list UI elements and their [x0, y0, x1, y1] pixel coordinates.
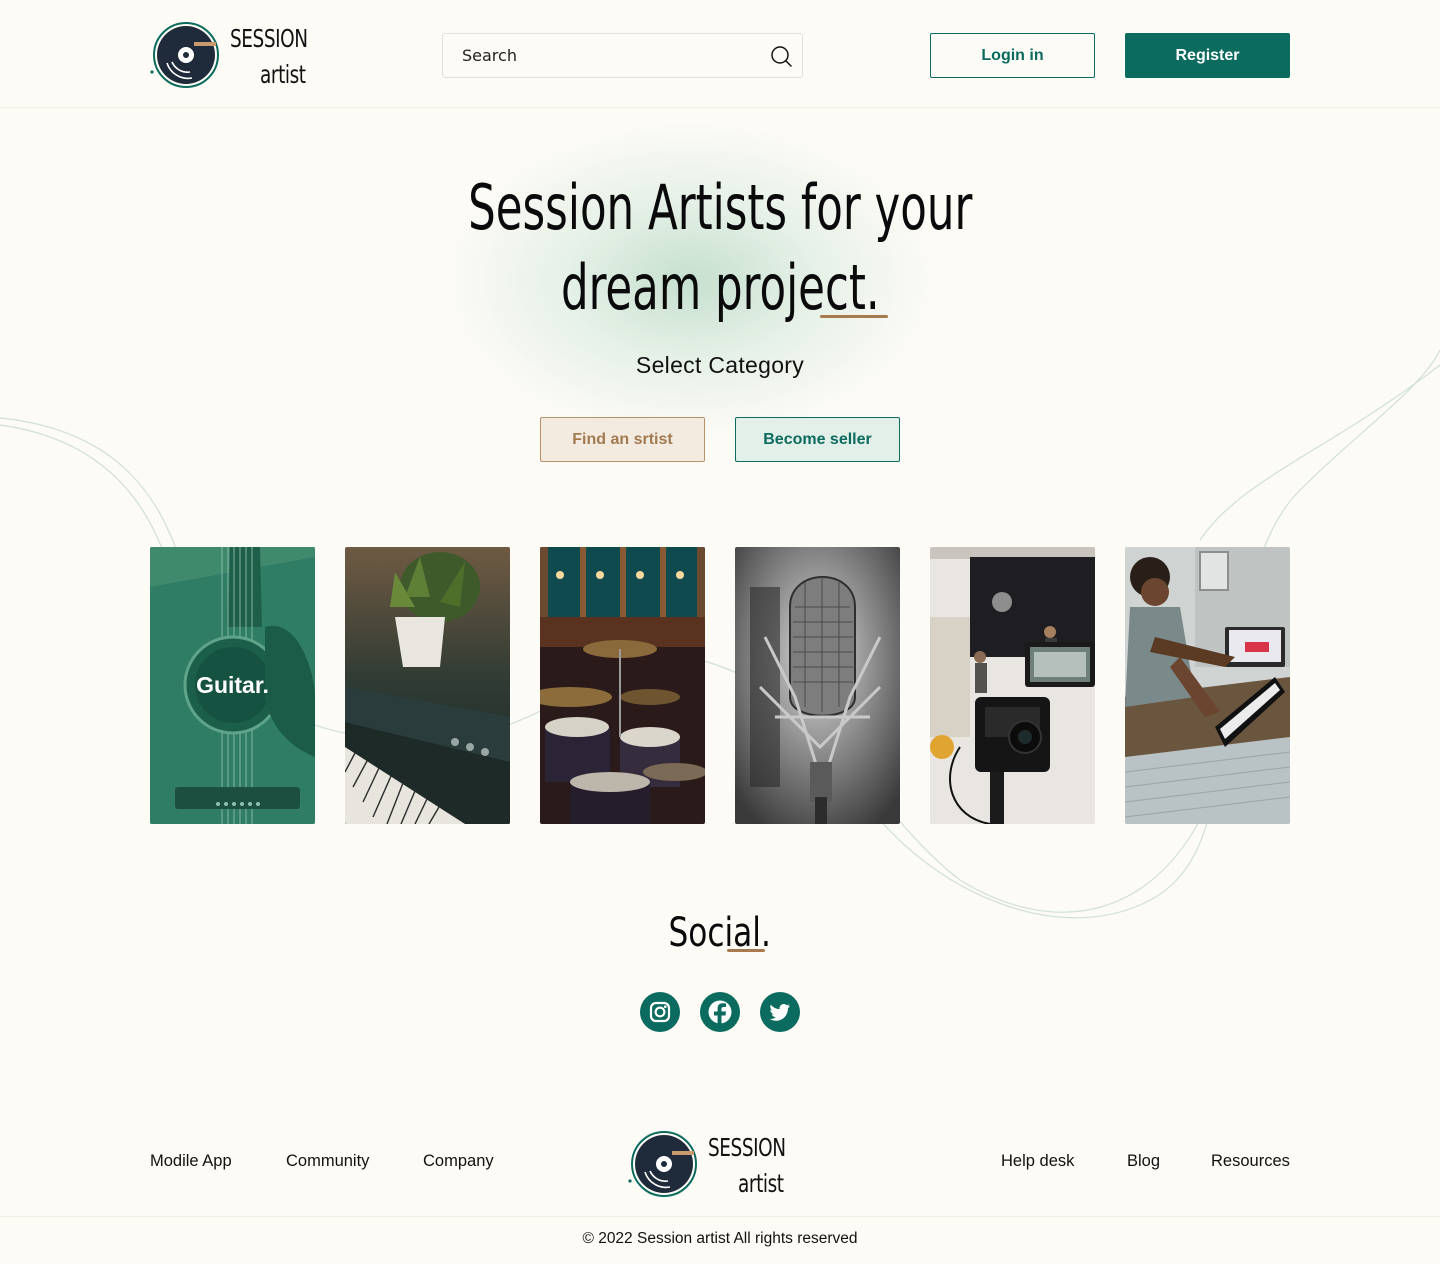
twitter-icon [769, 1004, 790, 1021]
search-box [442, 33, 803, 78]
search-icon[interactable] [769, 44, 793, 68]
vinyl-logo-icon [150, 22, 219, 88]
footer-logo[interactable]: SESSION artist [628, 1131, 788, 1201]
vinyl-logo-icon [628, 1131, 697, 1197]
hero-title-line1: Session Artists for your [467, 171, 973, 244]
register-button[interactable]: Register [1125, 33, 1290, 78]
category-label-guitar: Guitar. [196, 672, 269, 698]
footer-link-community[interactable]: Community [286, 1152, 369, 1171]
piano-image [345, 547, 510, 824]
copyright-text: © 2022 Session artist All rights reserve… [582, 1230, 858, 1247]
hero-underline [820, 315, 888, 318]
logo-text-artist: artist [738, 1169, 784, 1198]
camera-image [930, 547, 1095, 824]
logo-text-session: SESSION [230, 24, 308, 53]
footer-link-blog[interactable]: Blog [1127, 1152, 1160, 1171]
microphone-image [735, 547, 900, 824]
category-card-keyboard-player[interactable] [1125, 547, 1290, 824]
logo-text-artist: artist [260, 60, 306, 89]
site-header: SESSION artist Login in Register [0, 0, 1440, 108]
social-underline [727, 949, 765, 952]
instagram-button[interactable] [640, 992, 680, 1032]
login-button[interactable]: Login in [930, 33, 1095, 78]
hero-title: Session Artists for your dream project. [320, 168, 1120, 328]
logo-text-session: SESSION [708, 1133, 786, 1162]
category-card-drums[interactable] [540, 547, 705, 824]
footer-divider [0, 1216, 1440, 1217]
instagram-icon [649, 1001, 671, 1023]
select-category-heading: Select Category [635, 352, 805, 378]
header-logo[interactable]: SESSION artist [150, 22, 310, 92]
footer-link-resources[interactable]: Resources [1211, 1152, 1290, 1171]
find-artist-button[interactable]: Find an srtist [540, 417, 705, 462]
facebook-icon [708, 1000, 732, 1030]
twitter-button[interactable] [760, 992, 800, 1032]
drums-image [540, 547, 705, 824]
facebook-button[interactable] [700, 992, 740, 1032]
footer-link-company[interactable]: Company [423, 1152, 494, 1171]
search-input[interactable] [443, 34, 763, 77]
category-card-camera[interactable] [930, 547, 1095, 824]
category-card-microphone[interactable] [735, 547, 900, 824]
category-card-piano[interactable] [345, 547, 510, 824]
footer-link-help-desk[interactable]: Help desk [1001, 1152, 1074, 1171]
keyboard-player-image [1125, 547, 1290, 824]
social-heading: Social. [620, 910, 820, 956]
category-card-guitar[interactable]: Guitar. [150, 547, 315, 824]
footer-link-mobile-app[interactable]: Modile App [150, 1152, 232, 1171]
become-seller-button[interactable]: Become seller [735, 417, 900, 462]
